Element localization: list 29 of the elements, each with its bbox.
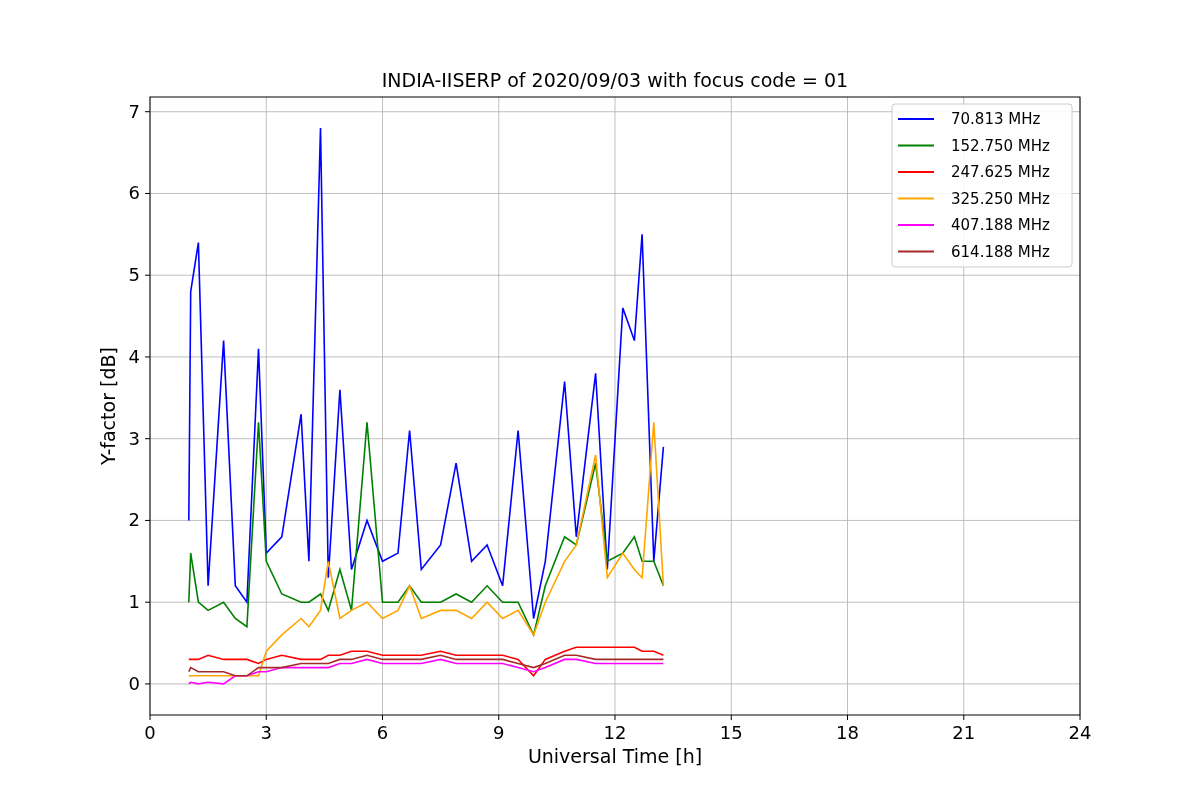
legend-swatch (897, 250, 935, 253)
tick-label: 9 (493, 722, 505, 743)
tick-label: 1 (128, 591, 140, 613)
tick-label: 4 (128, 345, 140, 367)
chart-title: INDIA-IISERP of 2020/09/03 with focus code = 01 (381, 69, 849, 91)
tick-label: 7 (128, 100, 140, 122)
legend-swatch (897, 197, 935, 200)
tick-label: 24 (1068, 722, 1092, 743)
tick-label: 6 (128, 182, 140, 204)
x-axis-label: Universal Time [h] (527, 745, 703, 767)
tick-label: 0 (128, 672, 140, 694)
tick-label: 21 (952, 722, 976, 743)
tick-label: 3 (128, 427, 140, 449)
legend-label: 325.250 MHz (951, 189, 1050, 208)
tick-label: 6 (376, 722, 389, 743)
legend-label: 247.625 MHz (951, 163, 1050, 181)
legend-label: 407.188 MHz (951, 216, 1050, 234)
tick-label: 15 (719, 722, 743, 743)
legend-swatch (897, 144, 935, 147)
legend-label: 152.750 MHz (951, 136, 1050, 155)
tick-label: 5 (128, 264, 140, 286)
y-axis-label: Y-factor [dB] (97, 347, 119, 465)
tick-label: 18 (836, 722, 859, 743)
legend-label: 614.188 MHz (951, 242, 1050, 261)
tick-label: 0 (144, 722, 156, 743)
tick-label: 12 (603, 722, 627, 743)
tick-label: 2 (128, 509, 140, 531)
legend-label: 70.813 MHz (951, 110, 1041, 128)
tick-label: 3 (260, 722, 272, 743)
